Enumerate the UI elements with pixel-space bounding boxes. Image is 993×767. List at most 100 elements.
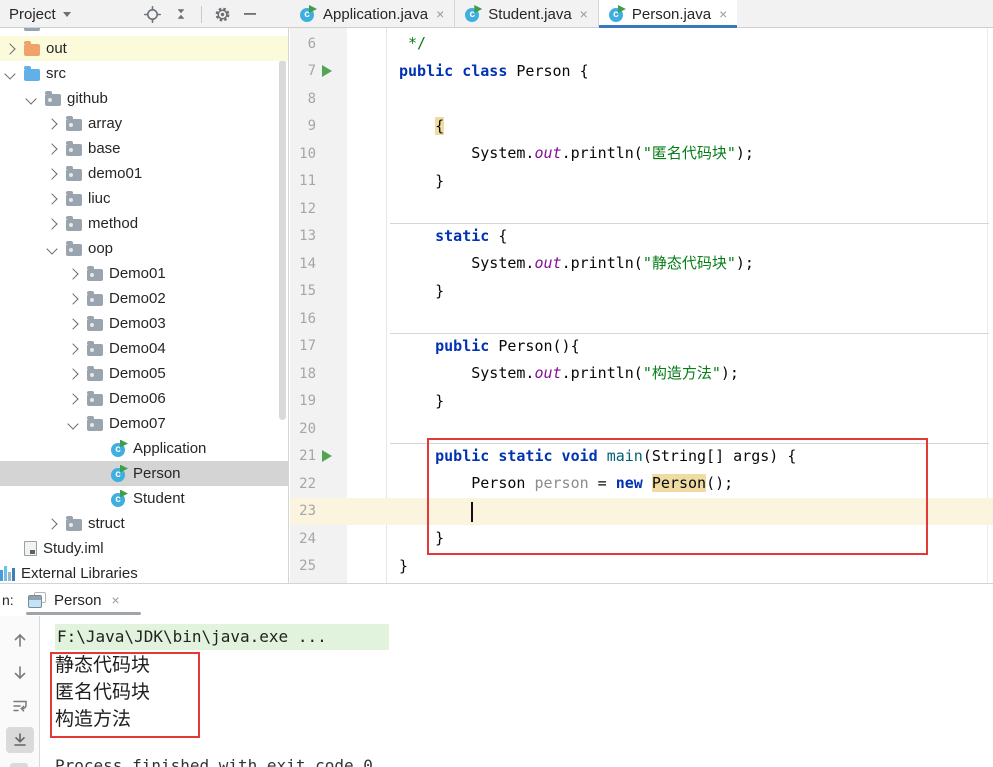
scroll-to-end-icon[interactable]: [6, 727, 34, 753]
editor-tab-student-java[interactable]: cStudent.java×: [455, 0, 599, 28]
code-text[interactable]: {: [386, 113, 444, 141]
fold-marker-icon[interactable]: [366, 285, 378, 297]
tree-item-application[interactable]: cApplication: [0, 436, 288, 461]
tree-item-method[interactable]: method: [0, 211, 288, 236]
tree-item-demo06[interactable]: Demo06: [0, 386, 288, 411]
line-number[interactable]: 9: [290, 118, 316, 134]
editor-tab-person-java[interactable]: cPerson.java×: [599, 0, 737, 28]
run-tab-person[interactable]: Person ×: [28, 588, 120, 612]
chevron-down-icon[interactable]: [27, 95, 45, 103]
tree-item-demo07[interactable]: Demo07: [0, 411, 288, 436]
project-tool-window-title[interactable]: Project: [9, 6, 56, 23]
code-text[interactable]: public Person(){: [386, 333, 580, 361]
code-text[interactable]: */: [386, 30, 426, 58]
code-text[interactable]: }: [386, 388, 444, 416]
fold-marker-icon[interactable]: [366, 175, 378, 187]
run-arrow-icon[interactable]: [316, 65, 338, 77]
chevron-right-icon[interactable]: [69, 295, 87, 303]
chevron-right-icon[interactable]: [48, 520, 66, 528]
code-text[interactable]: }: [386, 278, 444, 306]
chevron-down-icon[interactable]: [6, 70, 24, 78]
chevron-right-icon[interactable]: [48, 170, 66, 178]
crosshair-icon[interactable]: [144, 6, 161, 23]
tree-item-github[interactable]: github: [0, 86, 288, 111]
chevron-down-icon[interactable]: [69, 420, 87, 428]
fold-marker-icon[interactable]: [366, 340, 378, 352]
code-text[interactable]: }: [386, 168, 444, 196]
line-number[interactable]: 19: [290, 393, 316, 409]
tree-item-base[interactable]: base: [0, 136, 288, 161]
arrow-up-icon[interactable]: [10, 630, 30, 650]
line-number[interactable]: 15: [290, 283, 316, 299]
fold-marker-icon[interactable]: [366, 38, 378, 50]
tree-item-liuc[interactable]: liuc: [0, 186, 288, 211]
minimize-icon[interactable]: [243, 7, 257, 21]
tree-item-array[interactable]: array: [0, 111, 288, 136]
line-number[interactable]: 8: [290, 91, 316, 107]
tree-item-person[interactable]: cPerson: [0, 461, 288, 486]
editor-tab-application-java[interactable]: cApplication.java×: [290, 0, 455, 28]
tree-item-student[interactable]: cStudent: [0, 486, 288, 511]
close-icon[interactable]: ×: [580, 7, 588, 21]
gear-icon[interactable]: [214, 6, 231, 23]
line-number[interactable]: 18: [290, 366, 316, 382]
line-number[interactable]: 13: [290, 228, 316, 244]
fold-marker-icon[interactable]: [366, 230, 378, 242]
close-icon[interactable]: ×: [112, 592, 120, 608]
code-text[interactable]: public class Person {: [386, 58, 589, 86]
tree-item-study-iml[interactable]: Study.iml: [0, 536, 288, 561]
tree-item-idea[interactable]: .idea: [0, 28, 288, 36]
line-number[interactable]: 17: [290, 338, 316, 354]
fold-marker-icon[interactable]: [366, 120, 378, 132]
tree-item-demo01[interactable]: demo01: [0, 161, 288, 186]
tree-item-demo02[interactable]: Demo02: [0, 286, 288, 311]
line-number[interactable]: 12: [290, 201, 316, 217]
fold-marker-icon[interactable]: [366, 395, 378, 407]
line-number[interactable]: 21: [290, 448, 316, 464]
tree-item-oop[interactable]: oop: [0, 236, 288, 261]
close-icon[interactable]: ×: [719, 7, 727, 21]
line-number[interactable]: 23: [290, 503, 316, 519]
tree-item-demo05[interactable]: Demo05: [0, 361, 288, 386]
tree-item-external-libraries[interactable]: External Libraries: [0, 561, 288, 583]
code-text[interactable]: }: [386, 553, 408, 581]
tree-item-demo04[interactable]: Demo04: [0, 336, 288, 361]
line-number[interactable]: 16: [290, 311, 316, 327]
collapse-all-icon[interactable]: [173, 6, 189, 22]
soft-wrap-icon[interactable]: [10, 696, 30, 716]
tree-item-out[interactable]: out: [0, 36, 288, 61]
fold-marker-icon[interactable]: [366, 450, 378, 462]
line-number[interactable]: 7: [290, 63, 316, 79]
code-text[interactable]: System.out.println("构造方法");: [386, 360, 739, 388]
chevron-right-icon[interactable]: [69, 320, 87, 328]
line-number[interactable]: 6: [290, 36, 316, 52]
chevron-right-icon[interactable]: [48, 220, 66, 228]
code-text[interactable]: static {: [386, 223, 507, 251]
line-number[interactable]: 22: [290, 476, 316, 492]
chevron-right-icon[interactable]: [69, 270, 87, 278]
chevron-right-icon[interactable]: [6, 45, 24, 53]
line-number[interactable]: 11: [290, 173, 316, 189]
chevron-right-icon[interactable]: [69, 395, 87, 403]
chevron-right-icon[interactable]: [48, 120, 66, 128]
line-number[interactable]: 25: [290, 558, 316, 574]
fold-marker-icon[interactable]: [366, 533, 378, 545]
close-icon[interactable]: ×: [436, 7, 444, 21]
line-number[interactable]: 14: [290, 256, 316, 272]
tree-item-src[interactable]: src: [0, 61, 288, 86]
run-arrow-icon[interactable]: [316, 450, 338, 462]
chevron-down-icon[interactable]: [63, 12, 71, 17]
chevron-right-icon[interactable]: [69, 370, 87, 378]
line-number[interactable]: 20: [290, 421, 316, 437]
arrow-down-icon[interactable]: [10, 663, 30, 683]
chevron-right-icon[interactable]: [69, 345, 87, 353]
code-text[interactable]: System.out.println("匿名代码块");: [386, 140, 754, 168]
line-number[interactable]: 24: [290, 531, 316, 547]
tree-item-struct[interactable]: struct: [0, 511, 288, 536]
chevron-right-icon[interactable]: [48, 145, 66, 153]
tree-item-demo01[interactable]: Demo01: [0, 261, 288, 286]
code-text[interactable]: System.out.println("静态代码块");: [386, 250, 754, 278]
chevron-down-icon[interactable]: [48, 245, 66, 253]
chevron-right-icon[interactable]: [48, 195, 66, 203]
tree-item-demo03[interactable]: Demo03: [0, 311, 288, 336]
